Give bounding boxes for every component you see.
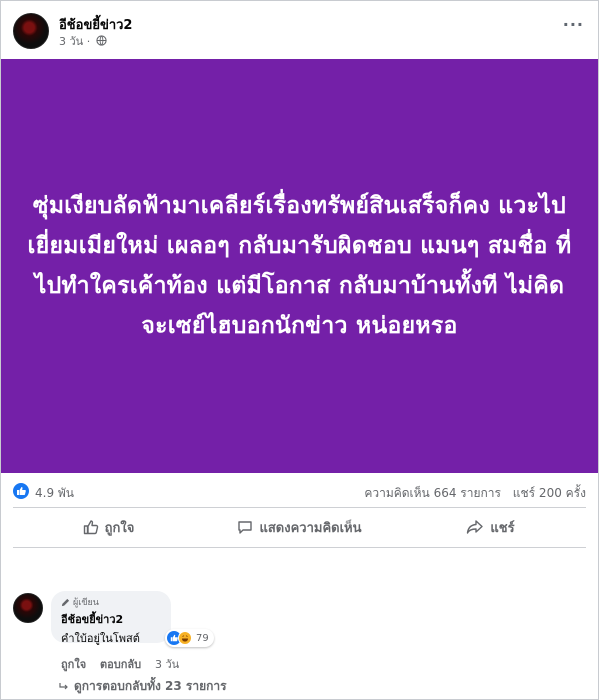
share-icon [467, 520, 484, 534]
comment-reactions[interactable]: 79 [165, 629, 214, 647]
like-label: ถูกใจ [104, 520, 135, 536]
comment-label: แสดงความคิดเห็น [259, 520, 362, 536]
comment-avatar[interactable] [13, 593, 43, 623]
reply-arrow-icon [59, 682, 68, 689]
like-reaction-icon[interactable] [13, 483, 29, 499]
share-count[interactable]: แชร์ 200 ครั้ง [513, 486, 586, 500]
comment-text: คำใบ้อยู่ในโพสต์ [61, 632, 140, 645]
author-badge-label: ผู้เขียน [73, 598, 99, 608]
post-header: อีช้อขยี้ข่าว2 3 วัน · ··· [13, 11, 588, 55]
comment-like-button[interactable]: ถูกใจ [61, 658, 86, 671]
more-options-button[interactable]: ··· [563, 15, 584, 34]
author-badge: ผู้เขียน [61, 595, 161, 609]
divider [13, 507, 586, 508]
post-time[interactable]: 3 วัน [59, 35, 83, 48]
thumbs-up-icon [83, 520, 98, 535]
comment-author[interactable]: อีช้อขยี้ข่าว2 [61, 610, 161, 628]
post-card: อีช้อขยี้ข่าว2 3 วัน · ··· ซุ่มเงียบลัดฟ… [0, 0, 599, 700]
comment-time[interactable]: 3 วัน [155, 658, 179, 671]
comment-count[interactable]: ความคิดเห็น 664 รายการ [364, 486, 501, 500]
comment-reaction-count: 79 [196, 632, 209, 644]
view-replies-label: ดูการตอบกลับทั้ง 23 รายการ [74, 679, 227, 693]
reaction-count[interactable]: 4.9 พัน [35, 484, 74, 503]
pencil-icon [61, 598, 70, 606]
view-replies-link[interactable]: ดูการตอบกลับทั้ง 23 รายการ [59, 677, 227, 696]
share-label: แชร์ [490, 520, 515, 536]
comment-bubble: ผู้เขียน อีช้อขยี้ข่าว2 คำใบ้อยู่ในโพสต์ [51, 591, 171, 645]
globe-icon[interactable] [96, 35, 107, 49]
avatar[interactable] [13, 13, 49, 49]
comment-icon [238, 521, 253, 534]
like-button[interactable]: ถูกใจ [13, 509, 204, 545]
reaction-stats: 4.9 พัน ความคิดเห็น 664 รายการ แชร์ 200 … [13, 481, 586, 503]
action-bar: ถูกใจ แสดงความคิดเห็น แชร์ [13, 509, 586, 545]
text-post-background: ซุ่มเงียบลัดฟ้ามาเคลียร์เรื่องทรัพย์สินเ… [1, 59, 598, 473]
haha-reaction-icon [178, 631, 192, 645]
post-meta: 3 วัน · [59, 32, 107, 50]
post-text: ซุ่มเงียบลัดฟ้ามาเคลียร์เรื่องทรัพย์สินเ… [27, 193, 572, 339]
comment-button[interactable]: แสดงความคิดเห็น [204, 509, 395, 545]
engagement-counts: ความคิดเห็น 664 รายการ แชร์ 200 ครั้ง [356, 484, 586, 503]
share-button[interactable]: แชร์ [395, 509, 586, 545]
divider [13, 547, 586, 548]
comment-reply-button[interactable]: ตอบกลับ [100, 658, 141, 671]
comment-actions: ถูกใจ ตอบกลับ 3 วัน [61, 655, 189, 673]
meta-separator: · [86, 35, 91, 48]
comment-item: ผู้เขียน อีช้อขยี้ข่าว2 คำใบ้อยู่ในโพสต์… [13, 589, 586, 699]
